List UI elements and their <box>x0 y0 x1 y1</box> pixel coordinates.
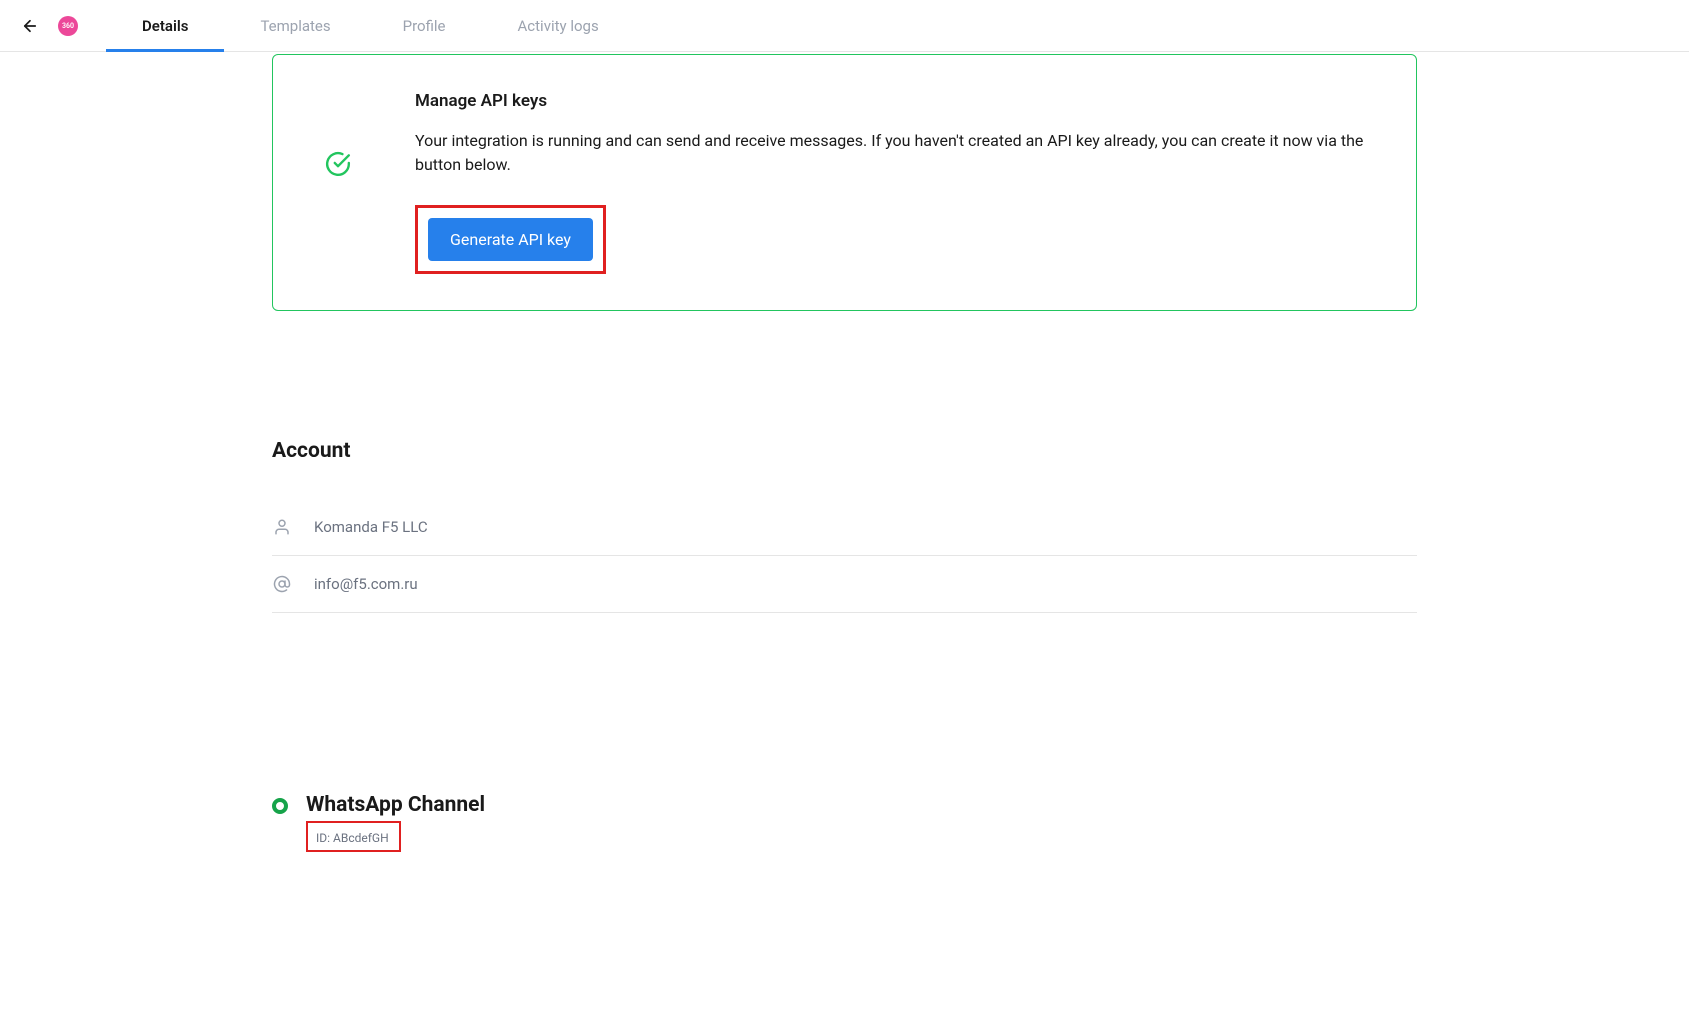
back-button[interactable] <box>20 16 40 36</box>
top-navbar: 360 Details Templates Profile Activity l… <box>0 0 1689 52</box>
channel-section: WhatsApp Channel ID: ABcdefGH <box>272 793 1417 852</box>
channel-body: WhatsApp Channel ID: ABcdefGH <box>306 793 485 852</box>
check-circle-icon <box>325 151 351 181</box>
tab-label: Activity logs <box>518 17 599 35</box>
generate-button-highlight: Generate API key <box>415 205 606 274</box>
account-email: info@f5.com.ru <box>314 575 418 593</box>
account-heading: Account <box>272 439 1417 463</box>
manage-api-keys-card: Manage API keys Your integration is runn… <box>272 54 1417 311</box>
account-email-row: info@f5.com.ru <box>272 556 1417 613</box>
account-company-name: Komanda F5 LLC <box>314 518 428 536</box>
tab-templates[interactable]: Templates <box>224 0 366 51</box>
generate-api-key-button[interactable]: Generate API key <box>428 218 593 261</box>
tab-label: Templates <box>260 17 330 35</box>
tab-profile[interactable]: Profile <box>367 0 482 51</box>
tab-label: Details <box>142 17 188 35</box>
api-card-body: Manage API keys Your integration is runn… <box>415 91 1376 274</box>
app-logo: 360 <box>58 16 78 36</box>
account-company-row: Komanda F5 LLC <box>272 499 1417 556</box>
at-sign-icon <box>272 574 292 594</box>
channel-status-indicator <box>272 798 288 814</box>
channel-id: ID: ABcdefGH <box>316 831 389 845</box>
page-content: Manage API keys Your integration is runn… <box>272 54 1417 912</box>
user-icon <box>272 517 292 537</box>
tab-label: Profile <box>403 17 446 35</box>
tab-bar: Details Templates Profile Activity logs <box>106 0 635 51</box>
channel-title: WhatsApp Channel <box>306 793 485 817</box>
api-card-description: Your integration is running and can send… <box>415 129 1376 177</box>
tab-details[interactable]: Details <box>106 0 224 51</box>
arrow-left-icon <box>21 17 39 35</box>
api-card-title: Manage API keys <box>415 91 1376 111</box>
tab-activity-logs[interactable]: Activity logs <box>482 0 635 51</box>
app-logo-text: 360 <box>62 22 74 30</box>
channel-id-highlight: ID: ABcdefGH <box>306 821 401 852</box>
